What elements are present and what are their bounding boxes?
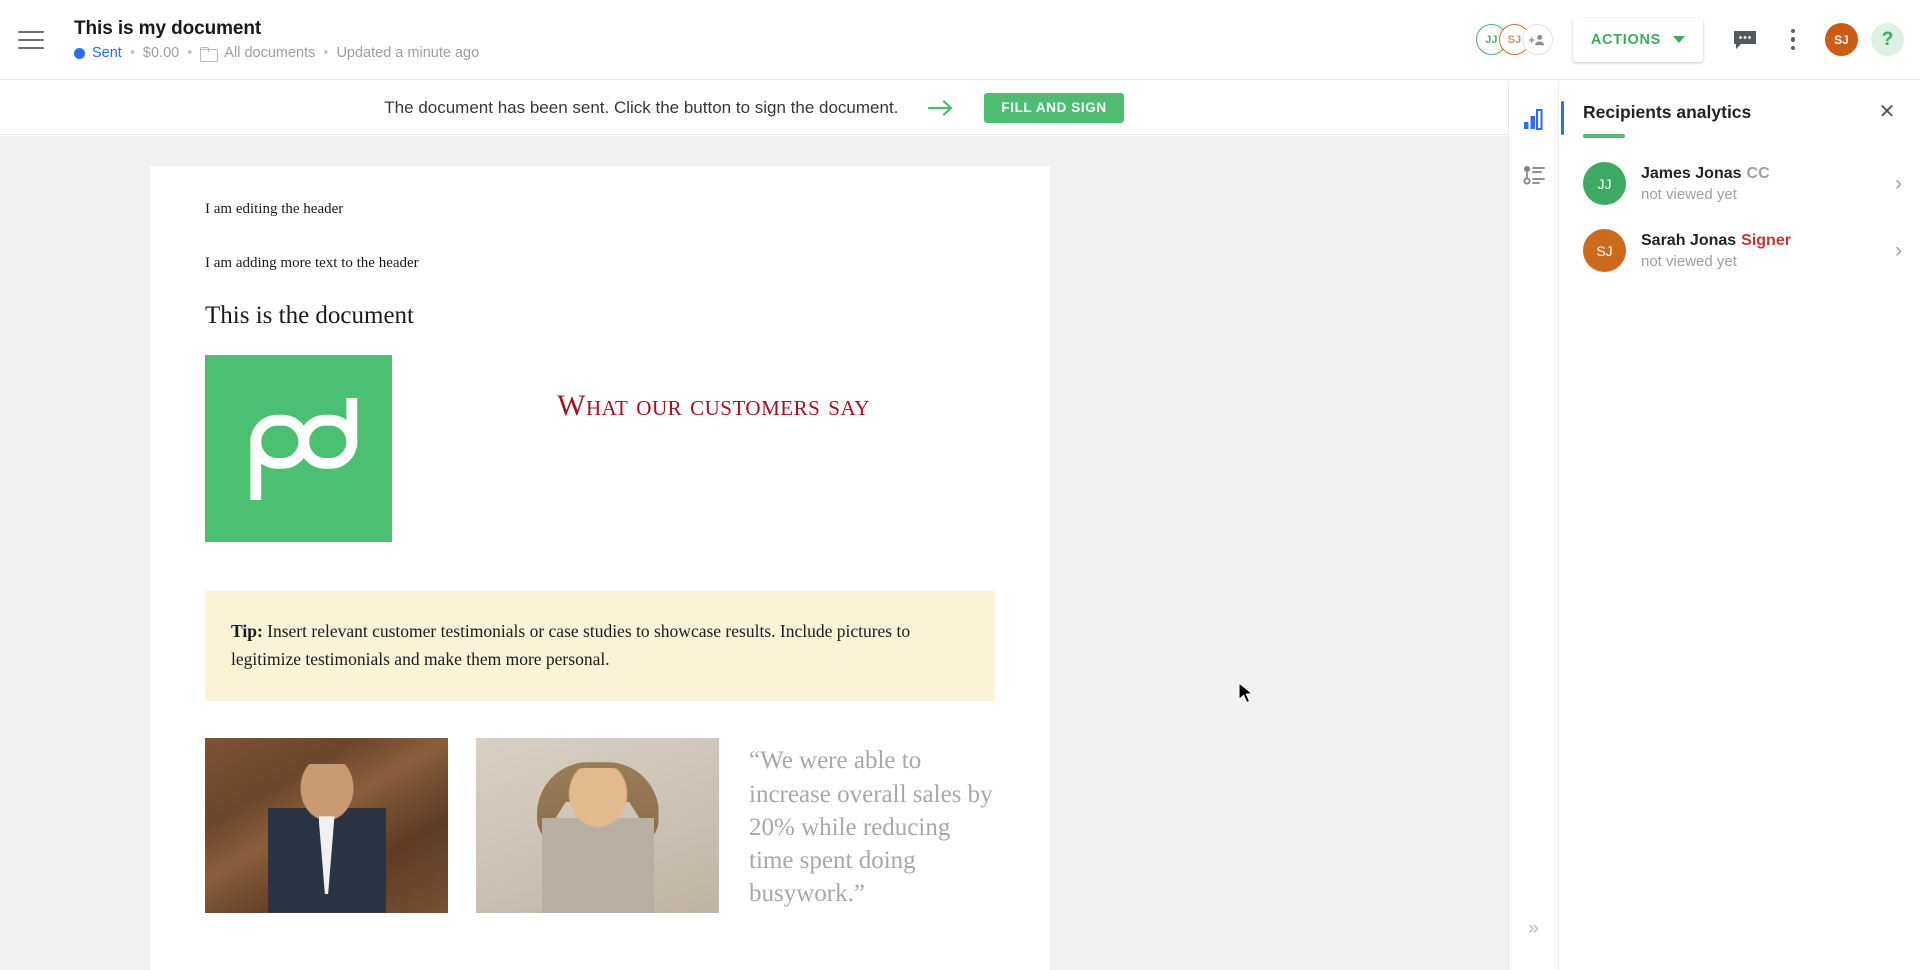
tip-callout: Tip: Insert relevant customer testimonia…: [205, 591, 995, 702]
chevron-right-icon[interactable]: ›: [1895, 173, 1902, 194]
chevron-down-icon: [1673, 36, 1685, 43]
recipient-name: Sarah Jonas: [1641, 231, 1737, 249]
testimonial-quote: “We were able to increase overall sales …: [749, 747, 993, 908]
hamburger-menu-icon[interactable]: [18, 30, 44, 49]
fill-and-sign-button[interactable]: FILL AND SIGN: [984, 92, 1124, 123]
document-title-block: This is my document Sent • $0.00 • All d…: [74, 18, 480, 62]
avatar: JJ: [1583, 162, 1626, 205]
folder-name[interactable]: All documents: [224, 45, 315, 61]
doc-header-line-1: I am editing the header: [205, 201, 344, 217]
double-chevron-right-icon[interactable]: »: [1517, 912, 1551, 946]
panel-icon-rail: »: [1509, 81, 1564, 970]
doc-heading: This is the document: [205, 302, 414, 329]
man-in-suit-photo: [205, 738, 448, 914]
document-canvas[interactable]: I am editing the header I am adding more…: [0, 136, 1508, 970]
panel-content: Recipients analytics ✕ JJ James Jonas CC …: [1559, 81, 1920, 970]
arrow-right-icon: [926, 98, 956, 118]
recipient-name: James Jonas: [1641, 164, 1742, 182]
updated-timestamp: Updated a minute ago: [336, 45, 480, 61]
tip-text: Insert relevant customer testimonials or…: [231, 621, 911, 669]
avatar[interactable]: SJ: [1825, 23, 1858, 56]
help-button[interactable]: ?: [1871, 23, 1904, 56]
kebab-menu-icon[interactable]: [1773, 20, 1813, 60]
recipient-avatar-stack: JJ SJ: [1475, 24, 1553, 55]
top-header-bar: This is my document Sent • $0.00 • All d…: [0, 0, 1920, 80]
meta-separator: •: [323, 45, 329, 61]
pandadoc-logo-icon: [205, 355, 392, 542]
recipient-status: not viewed yet: [1641, 185, 1737, 203]
customers-heading: What our customers say: [557, 389, 870, 422]
panel-title: Recipients analytics: [1583, 101, 1752, 122]
chat-icon[interactable]: [1725, 20, 1765, 60]
folder-icon: [200, 46, 219, 62]
recipient-info: James Jonas CC not viewed yet: [1641, 165, 1770, 203]
header-actions: JJ SJ ACTIONS SJ ?: [1475, 17, 1920, 62]
avatar: SJ: [1583, 229, 1626, 272]
recipient-info: Sarah Jonas Signer not viewed yet: [1641, 232, 1791, 270]
activity-list-icon[interactable]: [1514, 155, 1554, 195]
status-dot: [74, 47, 85, 59]
recipient-name-line: Sarah Jonas Signer: [1641, 232, 1791, 250]
recipient-role: CC: [1746, 164, 1770, 182]
chevron-right-icon[interactable]: ›: [1895, 240, 1902, 261]
meta-separator: •: [129, 45, 135, 61]
recipient-status: not viewed yet: [1641, 252, 1737, 270]
testimonial-row: “We were able to increase overall sales …: [205, 738, 995, 914]
document-page: I am editing the header I am adding more…: [150, 166, 1050, 970]
page-title: This is my document: [74, 18, 262, 39]
close-icon[interactable]: ✕: [1874, 99, 1900, 125]
logo-and-heading-row: What our customers say: [205, 355, 995, 542]
list-item[interactable]: SJ Sarah Jonas Signer not viewed yet ›: [1559, 217, 1920, 284]
woman-at-desk-photo: [476, 738, 719, 914]
progress-indicator: [1583, 134, 1625, 138]
recipient-role: Signer: [1741, 231, 1791, 249]
actions-button-label: ACTIONS: [1590, 31, 1661, 48]
add-person-icon[interactable]: [1521, 24, 1553, 55]
banner-message: The document has been sent. Click the bu…: [384, 97, 899, 117]
status-badge[interactable]: Sent: [92, 45, 122, 61]
meta-separator: •: [187, 45, 193, 61]
actions-button[interactable]: ACTIONS: [1572, 17, 1703, 62]
recipients-analytics-panel: » Recipients analytics ✕ JJ James Jonas C…: [1508, 81, 1920, 970]
doc-header-line-2: I am adding more text to the header: [205, 255, 419, 271]
bar-chart-icon[interactable]: [1514, 99, 1564, 139]
panel-header: Recipients analytics ✕: [1559, 81, 1920, 125]
document-meta: Sent • $0.00 • All documents • Updated a…: [74, 45, 480, 62]
list-item[interactable]: JJ James Jonas CC not viewed yet ›: [1559, 150, 1920, 217]
recipient-name-line: James Jonas CC: [1641, 165, 1770, 183]
document-price: $0.00: [142, 45, 180, 61]
tip-label: Tip:: [231, 621, 263, 641]
notification-banner: The document has been sent. Click the bu…: [0, 81, 1508, 135]
recipient-list: JJ James Jonas CC not viewed yet › SJ Sar…: [1559, 150, 1920, 284]
